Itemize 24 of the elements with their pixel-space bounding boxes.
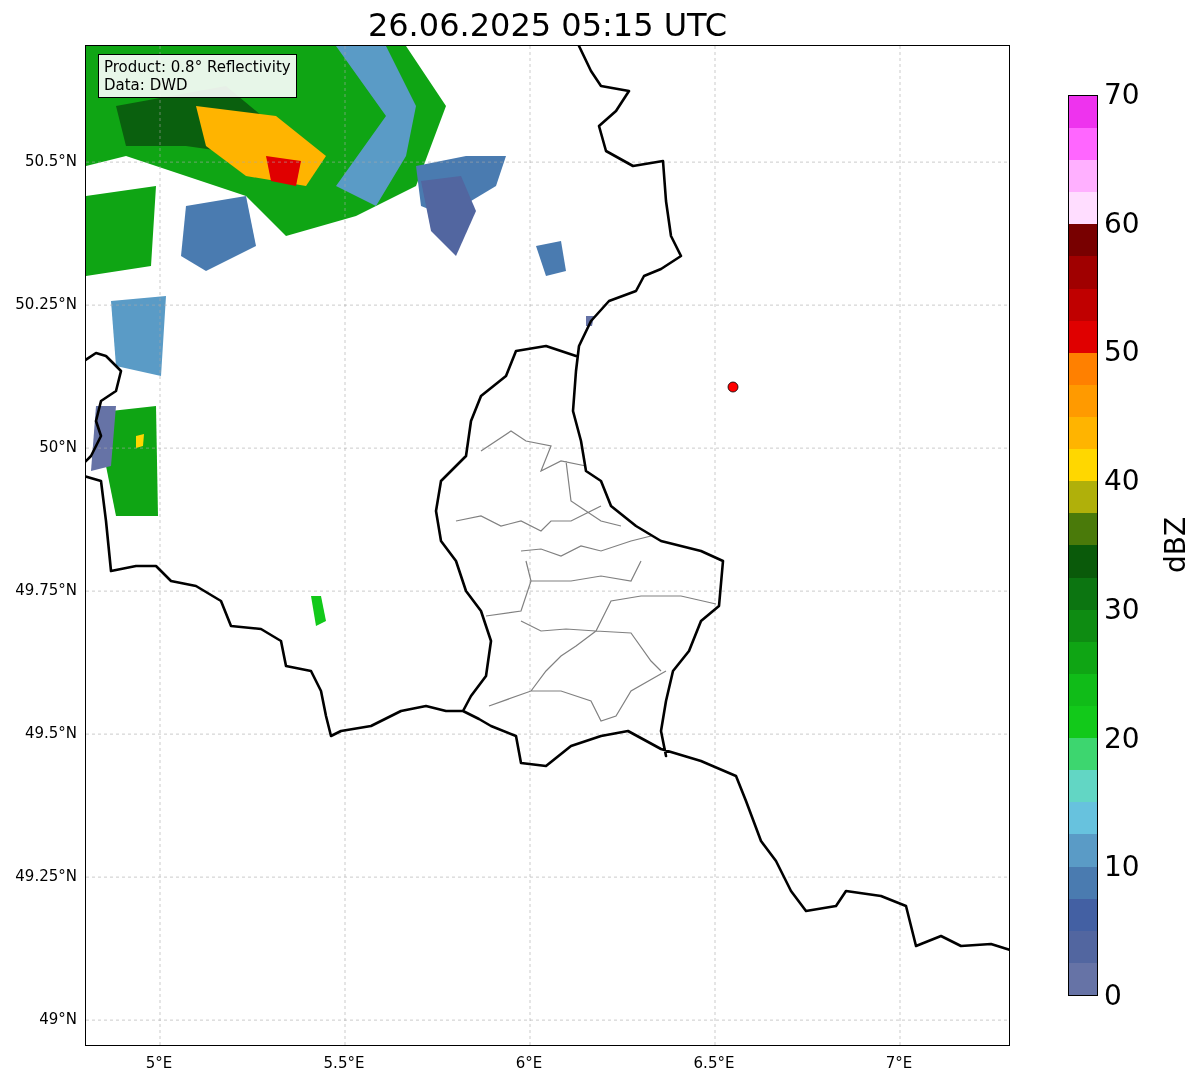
longitude-tick-label: 5.5°E (323, 1054, 365, 1072)
longitude-tick-label: 6°E (515, 1054, 543, 1072)
latitude-tick-label: 49.75°N (15, 581, 77, 600)
colorbar-tick-label: 70 (1104, 80, 1140, 110)
chart-title: 26.06.2025 05:15 UTC (367, 5, 728, 45)
colorbar-label: dBZ (1161, 516, 1192, 574)
colorbar-tick-label: 60 (1104, 208, 1140, 239)
longitude-tick-label: 5°E (145, 1054, 173, 1072)
colorbar-tick-label: 50 (1104, 337, 1140, 368)
longitude-tick-label: 6.5°E (693, 1054, 735, 1072)
latitude-tick-label: 49.25°N (15, 867, 77, 886)
legend-text: Product: 0.8° Reflectivity (104, 58, 291, 76)
colorbar-tick-label: 20 (1104, 723, 1140, 754)
latitude-tick-label: 50.5°N (24, 152, 77, 171)
colorbar-tick-label: 0 (1104, 981, 1122, 1011)
colorbar-tick-label: 30 (1104, 594, 1140, 625)
colorbar-tick-label: 40 (1104, 466, 1140, 497)
longitude-tick-label: 7°E (885, 1054, 913, 1072)
latitude-tick-label: 50.25°N (15, 295, 77, 314)
colorbar-tick-label: 10 (1104, 852, 1140, 883)
latitude-tick-label: 50°N (39, 438, 77, 457)
legend-text: Data: DWD (104, 76, 189, 94)
latitude-tick-label: 49.5°N (24, 724, 77, 743)
latitude-tick-label: 49°N (39, 1010, 77, 1029)
